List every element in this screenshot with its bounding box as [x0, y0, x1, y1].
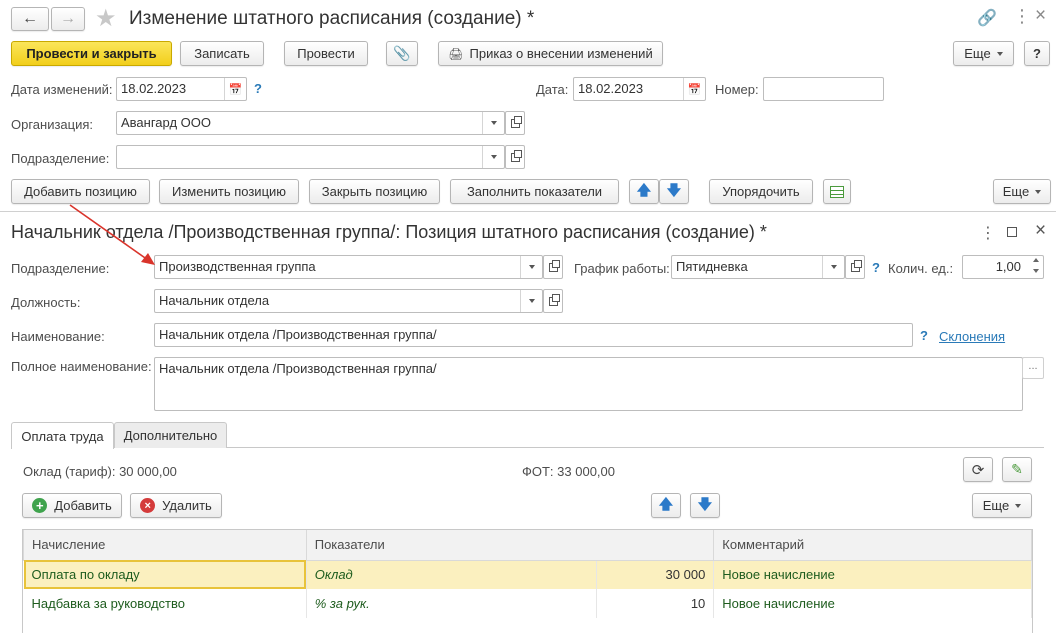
- annotation-arrow: [69, 204, 155, 265]
